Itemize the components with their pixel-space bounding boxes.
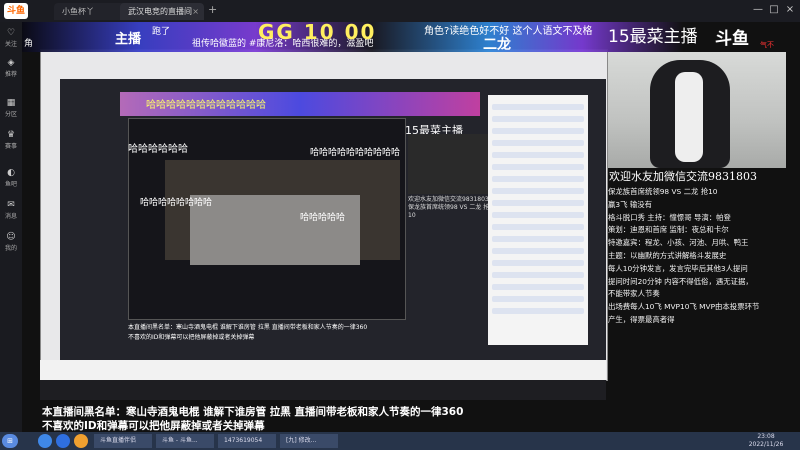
worst-anchor-title: 15最菜主播: [608, 27, 698, 47]
app-icon[interactable]: [74, 434, 88, 448]
event-info: 保龙族首席统领98 VS 二龙 抢10 赢3飞 输没有 格斗脱口秀 主持：憧憬哥…: [608, 186, 798, 327]
sidebar-item-messages[interactable]: ✉ 消息: [0, 200, 22, 220]
heart-icon: ♡: [6, 28, 16, 38]
info-line: 格斗脱口秀 主持：憧憬哥 导演：帕登: [608, 212, 731, 222]
douyu-watermark: 斗鱼: [715, 29, 749, 49]
app-icon[interactable]: [56, 434, 70, 448]
inner-subtitle-1: 本直播间黑名单：寒山寺酒鬼电棍 谁解下谁房管 拉黑 直播间带老板和家人节奏的一律…: [128, 324, 368, 331]
app-icon[interactable]: [38, 434, 52, 448]
chat-line: [492, 104, 584, 110]
sidebar-item-fishbar[interactable]: ◐ 鱼吧: [0, 168, 22, 188]
info-line: 出场费每人10飞 MVP10飞 MVP由本投票环节: [608, 302, 760, 312]
info-line: 赢3飞 输没有: [608, 199, 653, 209]
danmu-text: 哈哈哈哈哈哈哈哈: [140, 198, 213, 208]
douyu-logo[interactable]: 斗鱼: [4, 3, 28, 19]
info-line: 保龙族首席统领98 VS 二龙 抢10: [608, 187, 718, 196]
chat-line: [492, 260, 584, 266]
chat-line: [492, 188, 584, 194]
chat-line: [492, 140, 584, 146]
taskbar-app-douyu[interactable]: 斗鱼 - 斗鱼...: [156, 434, 214, 448]
info-line: 提问时间20分钟 内容不得低俗，遇无证据，: [608, 276, 753, 286]
thumb-icon: ◈: [7, 58, 15, 68]
message-icon: ✉: [7, 200, 15, 210]
fish-icon: ◐: [7, 168, 15, 178]
new-tab-button[interactable]: +: [208, 3, 217, 16]
windows-icon: ⊞: [7, 437, 13, 445]
maximize-button[interactable]: □: [768, 2, 780, 18]
chat-line: [492, 212, 584, 218]
anchor-sub: 跑了: [152, 27, 171, 37]
chat-line: [492, 284, 584, 290]
chat-line: [492, 152, 584, 158]
info-line: 不能带家人节奏: [608, 289, 660, 299]
taskbar-app-edit[interactable]: [九] 修改...: [280, 434, 338, 448]
inner-subtitle-2: 不喜欢的ID和弹幕可以把他屏蔽掉或者关掉弹幕: [128, 334, 255, 341]
overlay-red-text: 气不: [760, 41, 774, 49]
danmu-text: 哈哈哈哈哈哈: [128, 144, 188, 155]
anchor-label: 主播: [115, 32, 142, 47]
trophy-icon: ♛: [6, 130, 16, 140]
blacklist-subtitle: 本直播间黑名单：寒山寺酒鬼电棍 谁解下谁房管 拉黑 直播间带老板和家人节奏的一律…: [42, 406, 464, 418]
start-button[interactable]: ⊞: [2, 434, 18, 448]
sidebar-item-follow[interactable]: ♡ 关注: [0, 28, 22, 48]
sidebar-item-recommend[interactable]: ◈ 推荐: [0, 58, 22, 78]
close-window-button[interactable]: ×: [784, 2, 796, 18]
sidebar-item-category[interactable]: ▦ 分区: [0, 98, 22, 118]
minimize-button[interactable]: —: [752, 2, 764, 18]
inner-camera-text: 欢迎水友加微信交流9831803 保龙族首席统领98 VS 二龙 抢10: [408, 196, 490, 219]
tab-wuhan-esports[interactable]: 武汉电竞的直播间 ×: [120, 3, 204, 20]
info-line: 每人10分钟发言，发言完毕后其他3人提问: [608, 263, 748, 273]
nested-stream-view-3: [190, 195, 360, 265]
info-line: 策划：迪恩和首席 监制：夜总和卡尔: [608, 225, 729, 235]
chat-line: [492, 128, 584, 134]
user-icon: ☺: [6, 232, 16, 242]
danmu-text: 哈哈哈哈哈: [300, 213, 346, 223]
block-hint-subtitle: 不喜欢的ID和弹幕可以把他屏蔽掉或者关掉弹幕: [42, 420, 265, 432]
sidebar: [0, 22, 22, 432]
chat-line: [492, 116, 584, 122]
chat-line: [492, 272, 584, 278]
system-clock[interactable]: 23:08 2022/11/26: [736, 433, 796, 449]
wechat-notice: 欢迎水友加微信交流9831803: [609, 170, 757, 183]
tab-label: 小鱼杯丫: [62, 7, 94, 16]
chat-line: [492, 236, 584, 242]
overlay-left-label: 角: [24, 39, 34, 49]
info-line: 产生，得票最高者得: [608, 314, 675, 324]
chat-line: [492, 296, 584, 302]
info-line: 主题：以幽默的方式讲解格斗发展史: [608, 250, 727, 260]
inner-camera: [408, 134, 492, 194]
chat-line: [492, 200, 584, 206]
inner-banner-text: 哈哈哈哈哈哈哈哈哈哈哈哈: [146, 100, 266, 111]
inner-taskbar: [40, 380, 606, 400]
gaming-chair-stripe: [675, 72, 703, 162]
chat-line: [492, 248, 584, 254]
score-number: GG 10 00: [258, 20, 377, 44]
inner-gift-bar: [40, 360, 606, 380]
chat-line: [492, 308, 584, 314]
tab-label: 武汉电竞的直播间: [128, 7, 192, 16]
sidebar-item-events[interactable]: ♛ 赛事: [0, 130, 22, 150]
dragon-label: 二龙: [483, 37, 511, 53]
sidebar-item-mine[interactable]: ☺ 我的: [0, 232, 22, 252]
danmu-text: 哈哈哈哈哈哈哈哈哈哈: [310, 148, 401, 158]
close-icon[interactable]: ×: [192, 3, 199, 20]
chat-line: [492, 164, 584, 170]
taskbar-app-qq[interactable]: 1473619054: [218, 434, 276, 448]
taskbar-app-douyu-companion[interactable]: 斗鱼直播伴侣: [94, 434, 152, 448]
chat-line: [492, 176, 584, 182]
grid-icon: ▦: [6, 98, 16, 108]
chat-line: [492, 224, 584, 230]
info-line: 特邀嘉宾：程龙、小孩、河池、月哄、鸭王: [608, 238, 749, 248]
